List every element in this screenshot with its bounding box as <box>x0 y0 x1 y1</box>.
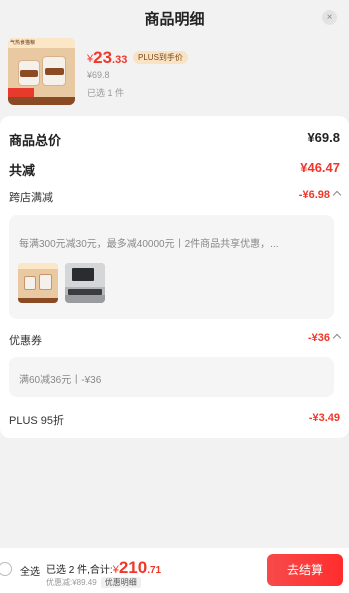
coupon-value: -¥36 <box>307 332 330 344</box>
coupon-description: 满60减36元丨-¥36 <box>19 375 102 386</box>
total-value: ¥69.8 <box>307 130 340 145</box>
jar-label <box>20 70 38 77</box>
cat-food-thumbnail[interactable] <box>18 263 58 303</box>
plus-discount-row: PLUS 95折 -¥3.49 <box>9 412 340 428</box>
thumbnail-footer <box>8 97 75 105</box>
chevron-up-icon[interactable] <box>332 333 342 343</box>
cross-store-label: 跨店满减 <box>9 192 53 204</box>
coupon-label: 优惠券 <box>9 335 42 347</box>
promo-badge <box>8 88 34 97</box>
price-symbol: ¥ <box>87 53 94 65</box>
coupon-detail-box: 满60减36元丨-¥36 <box>9 357 334 397</box>
reduce-label: 共减 <box>9 163 36 178</box>
product-jar <box>39 274 52 290</box>
coupon-value-wrap: -¥36 <box>307 332 342 344</box>
summary-prefix: 已选 2 件,合计: <box>46 565 113 576</box>
reduce-value: ¥46.47 <box>300 160 340 175</box>
thumbnail-banner-text: 气热食猫粮 <box>10 40 36 46</box>
select-all-checkbox[interactable] <box>0 562 12 576</box>
cross-store-discount-row[interactable]: 跨店满减 -¥6.98 <box>9 189 342 205</box>
checkout-bar: 全选 已选 2 件,合计:¥210.71 优惠减:¥89.49 优惠明细 去结算 <box>0 548 349 593</box>
checkout-button[interactable]: 去结算 <box>267 554 343 586</box>
total-label: 商品总价 <box>9 133 62 148</box>
price-integer: 23 <box>93 48 113 67</box>
sum-decimal: .71 <box>147 565 162 576</box>
price-detail-card: 商品总价 ¥69.8 共减 ¥46.47 跨店满减 -¥6.98 每满300元减… <box>0 116 349 438</box>
reduce-row: 共减 ¥46.47 <box>9 160 340 178</box>
total-row: 商品总价 ¥69.8 <box>9 130 340 148</box>
thumbnail-banner: 气热食猫粮 <box>8 38 75 48</box>
tv-cabinet-thumbnail[interactable] <box>65 263 105 303</box>
product-price: ¥23.33 <box>87 48 128 67</box>
product-thumbnail[interactable]: 气热食猫粮 <box>8 38 75 105</box>
original-price: ¥69.8 <box>87 70 110 80</box>
thumbnail-footer <box>18 298 58 303</box>
jar-label <box>45 68 64 75</box>
chevron-up-icon[interactable] <box>332 190 342 200</box>
thumbnail-banner <box>18 263 58 269</box>
product-jar <box>24 276 36 290</box>
plus-price-tag: PLUS到手价 <box>133 51 188 64</box>
order-summary: 已选 2 件,合计:¥210.71 <box>46 558 161 578</box>
discount-info: 优惠减:¥89.49 优惠明细 <box>46 577 141 588</box>
thumbnail-floor <box>65 295 105 303</box>
discount-amount: 优惠减:¥89.49 <box>46 578 97 587</box>
plus-discount-value: -¥3.49 <box>308 412 340 424</box>
cross-store-description: 每满300元减30元，最多减40000元丨2件商品共享优惠，... <box>19 239 279 250</box>
select-all-label[interactable]: 全选 <box>20 563 40 578</box>
tv-shape <box>72 268 94 281</box>
sum-integer: 210 <box>118 558 148 577</box>
cross-store-value-wrap: -¥6.98 <box>298 189 342 201</box>
coupon-row[interactable]: 优惠券 -¥36 <box>9 332 342 348</box>
cross-store-value: -¥6.98 <box>298 189 330 201</box>
price-decimal: .33 <box>112 54 128 66</box>
page-title: 商品明细 <box>144 11 205 28</box>
cross-store-detail-box: 每满300元减30元，最多减40000元丨2件商品共享优惠，... <box>9 215 334 319</box>
discount-detail-tag[interactable]: 优惠明细 <box>100 577 141 588</box>
close-icon[interactable]: × <box>322 10 337 25</box>
plus-discount-label: PLUS 95折 <box>9 415 65 427</box>
header-bar: 商品明细 × <box>0 0 349 34</box>
product-item: 气热食猫粮 ¥23.33 PLUS到手价 ¥69.8 已选 1 件 <box>8 38 341 108</box>
selected-quantity: 已选 1 件 <box>87 88 125 98</box>
